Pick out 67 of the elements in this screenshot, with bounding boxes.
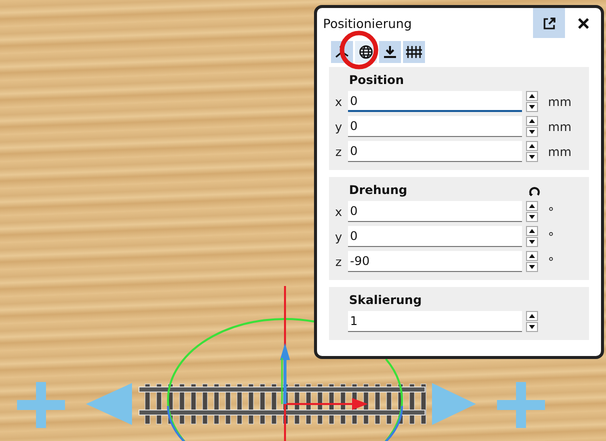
decrement-button[interactable]	[526, 262, 538, 272]
number-field[interactable]: 0	[348, 226, 522, 247]
unit-label: mm	[548, 94, 572, 108]
ring-arc[interactable]	[167, 318, 314, 400]
increment-button[interactable]	[526, 226, 538, 236]
ring-arc[interactable]	[167, 406, 403, 441]
axis-label: x	[334, 204, 344, 218]
up-triangle-icon	[529, 144, 535, 148]
popout-button[interactable]	[533, 8, 565, 38]
up-triangle-icon	[529, 314, 535, 318]
globe-icon	[359, 45, 373, 59]
increment-button[interactable]	[526, 251, 538, 261]
axis-label: z	[334, 144, 343, 158]
up-triangle-icon	[529, 204, 535, 208]
unit-label: mm	[548, 120, 572, 134]
x-axis-arrow[interactable]	[285, 398, 368, 410]
number-field[interactable]: -90	[348, 251, 522, 272]
number-field[interactable]: 0	[348, 91, 522, 112]
number-field[interactable]: 0	[348, 116, 522, 137]
decrement-button[interactable]	[526, 102, 538, 112]
increment-button[interactable]	[526, 141, 538, 151]
number-field[interactable]: 0	[348, 201, 522, 222]
section-title: Skalierung	[349, 293, 423, 307]
down-triangle-icon	[529, 240, 535, 244]
tab[interactable]	[379, 41, 401, 63]
unit-label: °	[548, 254, 554, 268]
up-triangle-icon	[529, 254, 535, 258]
unit-label: °	[548, 230, 554, 244]
increment-button[interactable]	[526, 311, 538, 321]
grid-icon	[406, 46, 422, 58]
axis-label: y	[334, 120, 344, 134]
axis-label: y	[334, 230, 344, 244]
down-triangle-icon	[529, 265, 535, 269]
down-triangle-icon	[529, 155, 535, 159]
z-axis-arrow[interactable]	[280, 343, 290, 404]
close-icon	[578, 18, 588, 28]
decrement-button[interactable]	[526, 237, 538, 247]
number-field[interactable]: 0	[348, 141, 522, 162]
up-triangle-icon	[529, 94, 535, 98]
reset-icon[interactable]	[529, 184, 540, 196]
down-triangle-icon	[529, 215, 535, 219]
section-title: Drehung	[349, 183, 408, 197]
unit-label: mm	[548, 144, 572, 158]
unit-label: °	[548, 204, 554, 218]
tab[interactable]	[403, 41, 425, 63]
track-drawing[interactable]	[138, 384, 426, 424]
axes-icon	[335, 45, 349, 59]
decrement-button[interactable]	[526, 127, 538, 137]
decrement-button[interactable]	[526, 212, 538, 222]
decrement-button[interactable]	[526, 152, 538, 162]
ring-arc[interactable]	[167, 358, 403, 441]
down-triangle-icon	[529, 130, 535, 134]
increment-button[interactable]	[526, 201, 538, 211]
popout-icon	[542, 16, 556, 30]
axis-label: x	[334, 94, 344, 108]
up-triangle-icon	[529, 119, 535, 123]
increment-button[interactable]	[526, 116, 538, 126]
up-triangle-icon	[529, 229, 535, 233]
panel-title: Positionierung	[323, 16, 413, 30]
axis-label: z	[334, 254, 343, 268]
section-title: Position	[349, 73, 405, 87]
down-triangle-icon	[529, 325, 535, 329]
down-triangle-icon	[529, 105, 535, 109]
increment-button[interactable]	[526, 91, 538, 101]
download-icon	[383, 45, 397, 59]
number-field[interactable]: 1	[348, 311, 522, 332]
decrement-button[interactable]	[526, 322, 538, 332]
